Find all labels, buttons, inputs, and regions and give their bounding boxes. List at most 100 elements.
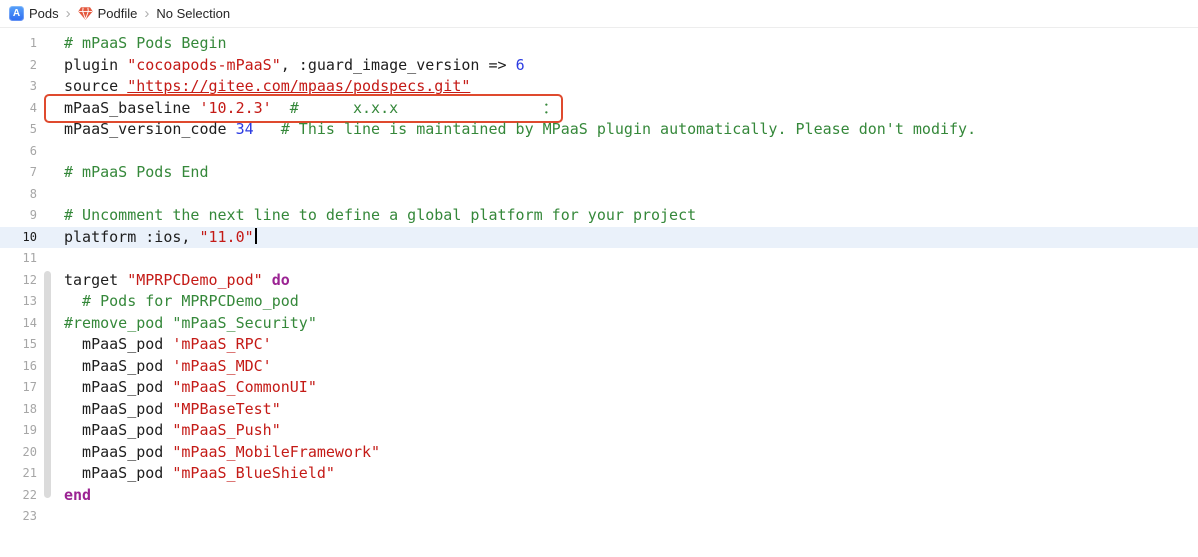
token-string: "MPRPCDemo_pod" [127,270,263,289]
code-line-15[interactable]: 15 mPaaS_pod 'mPaaS_RPC' [0,334,1198,356]
code-line-5[interactable]: 5 mPaaS_version_code 34 # This line is ma… [0,119,1198,141]
code-line-11[interactable]: 11 [0,248,1198,270]
line-number-17[interactable]: 17 [0,377,37,399]
token-plain: source [64,77,128,95]
jump-bar: A Pods › Podfile › No Selection [0,0,1198,28]
code-text: mPaaS_version_code 34 # This line is mai… [64,119,976,141]
line-number-12[interactable]: 12 [0,270,37,292]
line-number-18[interactable]: 18 [0,399,37,421]
code-line-14[interactable]: 14 #remove_pod "mPaaS_Security" [0,313,1198,335]
code-line-9[interactable]: 9 # Uncomment the next line to define a g… [0,205,1198,227]
code-text: platform :ios, "11.0" [64,227,257,249]
token-comment: # Uncomment the next line to define a gl… [64,206,697,224]
xcode-project-icon: A [9,6,24,21]
token-comment: # Pods for MPRPCDemo_pod [64,292,299,310]
line-number-4[interactable]: 4 [0,98,37,120]
token-string: "mPaaS_MobileFramework" [172,442,381,461]
token-plain: mPaaS_pod [64,421,173,439]
code-text: # mPaaS Pods End [64,162,209,184]
code-line-16[interactable]: 16 mPaaS_pod 'mPaaS_MDC' [0,356,1198,378]
line-number-20[interactable]: 20 [0,442,37,464]
code-line-8[interactable]: 8 [0,184,1198,206]
code-line-17[interactable]: 17 mPaaS_pod "mPaaS_CommonUI" [0,377,1198,399]
token-comment: #remove_pod "mPaaS_Security" [64,313,317,332]
line-number-19[interactable]: 19 [0,420,37,442]
code-line-3[interactable]: 3 source "https://gitee.com/mpaas/podspec… [0,76,1198,98]
line-number-15[interactable]: 15 [0,334,37,356]
code-line-7[interactable]: 7 # mPaaS Pods End [0,162,1198,184]
code-text: # Pods for MPRPCDemo_pod [64,291,299,313]
line-number-22[interactable]: 22 [0,485,37,507]
code-line-13[interactable]: 13 # Pods for MPRPCDemo_pod [0,291,1198,313]
token-comment: # x.x.x ： [289,98,558,117]
line-number-6[interactable]: 6 [0,141,37,163]
code-lines-container: 1 # mPaaS Pods Begin 2 plugin "cocoapods-mP… [0,33,1198,528]
line-number-11[interactable]: 11 [0,248,37,270]
line-number-23[interactable]: 23 [0,506,37,528]
line-number-7[interactable]: 7 [0,162,37,184]
token-plain: platform :ios, [64,227,200,246]
line-number-10[interactable]: 10 [0,227,37,249]
token-string: 'mPaaS_RPC' [172,335,272,353]
code-text: # mPaaS Pods Begin [64,33,227,55]
line-number-13[interactable]: 13 [0,291,37,313]
code-text: mPaaS_pod "mPaaS_Push" [64,420,281,442]
fold-ribbon[interactable] [44,270,51,498]
token-string: "11.0" [199,227,254,246]
line-number-21[interactable]: 21 [0,463,37,485]
token-string: "cocoapods-mPaaS" [127,55,281,74]
line-number-1[interactable]: 1 [0,33,37,55]
token-comment: # mPaaS Pods End [64,163,209,181]
xcode-editor-window: A Pods › Podfile › No Selection 1 # mPaaS… [0,0,1198,557]
code-line-19[interactable]: 19 mPaaS_pod "mPaaS_Push" [0,420,1198,442]
breadcrumb-project-label: Pods [29,6,59,21]
code-text: mPaaS_pod "MPBaseTest" [64,399,281,421]
code-line-21[interactable]: 21 mPaaS_pod "mPaaS_BlueShield" [0,463,1198,485]
token-string: "mPaaS_BlueShield" [172,464,335,482]
token-plain: , :guard_image_version => [280,55,516,74]
code-line-1[interactable]: 1 # mPaaS Pods Begin [0,33,1198,55]
code-line-6[interactable]: 6 [0,141,1198,163]
token-url: "https://gitee.com/mpaas/podspecs.git" [127,77,471,95]
token-number: 34 [235,120,254,138]
code-line-2[interactable]: 2 plugin "cocoapods-mPaaS", :guard_image_… [0,55,1198,77]
code-text: mPaaS_baseline '10.2.3' # x.x.x ： [64,98,558,120]
token-comment: # This line is maintained by MPaaS plugi… [280,120,977,138]
token-plain: mPaaS_version_code [64,120,236,138]
token-keyword: do [271,270,290,289]
code-line-22[interactable]: 22 end [0,485,1198,507]
code-text: mPaaS_pod 'mPaaS_MDC' [64,356,272,378]
code-line-18[interactable]: 18 mPaaS_pod "MPBaseTest" [0,399,1198,421]
line-number-8[interactable]: 8 [0,184,37,206]
code-line-12[interactable]: 12 target "MPRPCDemo_pod" do [0,270,1198,292]
ruby-gem-icon [78,7,93,20]
token-plain: mPaaS_pod [64,335,173,353]
code-line-20[interactable]: 20 mPaaS_pod "mPaaS_MobileFramework" [0,442,1198,464]
code-editor: 1 # mPaaS Pods Begin 2 plugin "cocoapods-mP… [0,28,1198,557]
code-line-23[interactable]: 23 [0,506,1198,528]
line-number-2[interactable]: 2 [0,55,37,77]
line-number-9[interactable]: 9 [0,205,37,227]
code-line-4[interactable]: 4 mPaaS_baseline '10.2.3' # x.x.x ： [0,93,1198,123]
token-string: "mPaaS_Push" [172,421,281,439]
token-plain: target [64,270,128,289]
code-text: mPaaS_pod 'mPaaS_RPC' [64,334,272,356]
chevron-right-icon: › [65,5,71,22]
breadcrumb-project[interactable]: A Pods [9,0,59,27]
token-plain: mPaaS_pod [64,399,173,418]
token-plain: mPaaS_pod [64,442,173,461]
line-number-14[interactable]: 14 [0,313,37,335]
code-line-10[interactable]: 10 platform :ios, "11.0" [0,226,1198,249]
breadcrumb-file-label: Podfile [97,6,138,21]
token-number: 6 [515,55,525,74]
line-number-16[interactable]: 16 [0,356,37,378]
breadcrumb-selection[interactable]: No Selection [156,0,230,27]
line-number-3[interactable]: 3 [0,76,37,98]
line-number-5[interactable]: 5 [0,119,37,141]
code-text: end [64,485,91,507]
breadcrumb-file[interactable]: Podfile [78,0,138,27]
code-text: mPaaS_pod "mPaaS_BlueShield" [64,463,335,485]
